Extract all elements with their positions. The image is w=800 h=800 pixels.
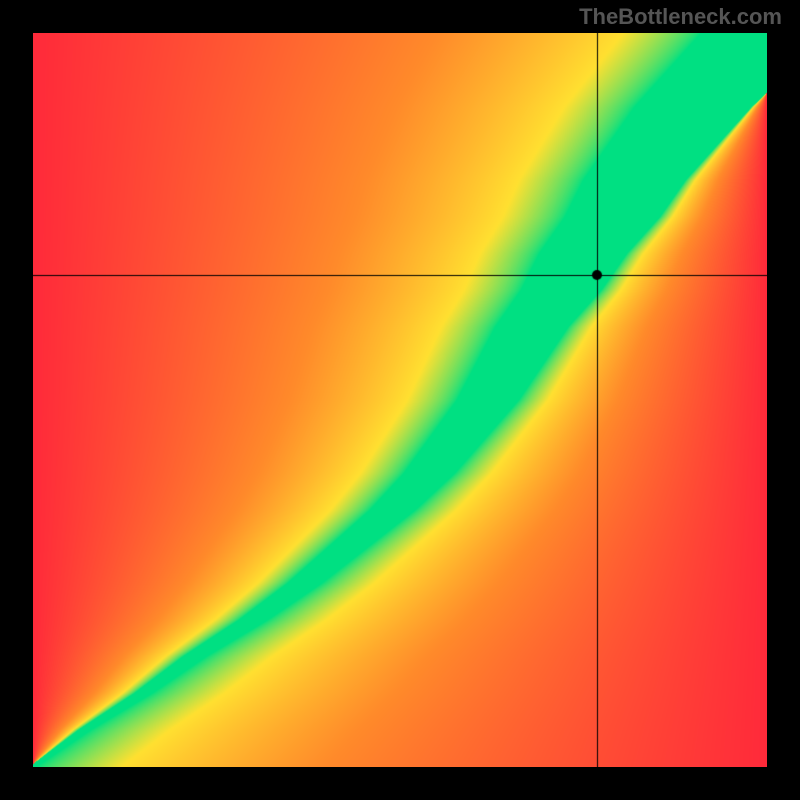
watermark: TheBottleneck.com — [579, 4, 782, 30]
bottleneck-heatmap — [33, 33, 767, 767]
